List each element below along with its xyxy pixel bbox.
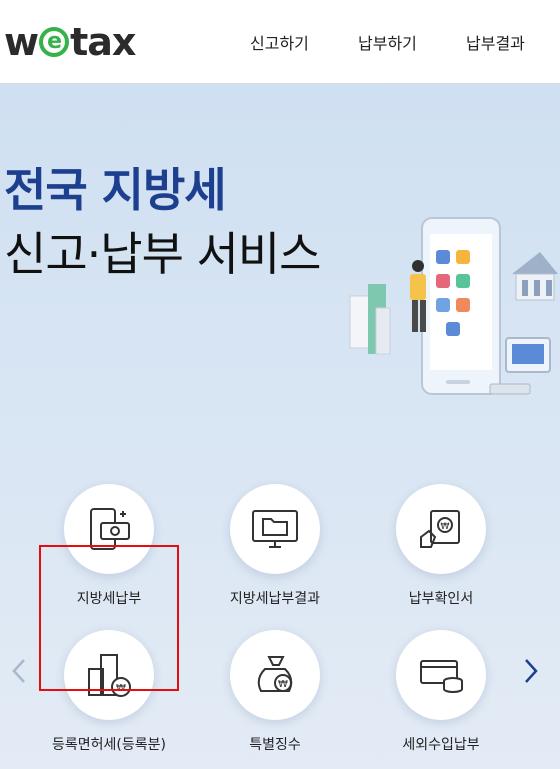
menu-non-tax-revenue-payment[interactable]: 세외수입납부 <box>366 630 516 760</box>
menu-local-tax-payment[interactable]: 지방세납부 <box>34 484 184 614</box>
menu-circle: ₩ <box>64 630 154 720</box>
menu-circle <box>396 630 486 720</box>
svg-text:₩: ₩ <box>441 522 450 532</box>
header-bar: w e tax 신고하기 납부하기 납부결과 <box>0 0 560 84</box>
chevron-right-icon[interactable] <box>518 656 542 686</box>
menu-local-tax-payment-result[interactable]: 지방세납부결과 <box>200 484 350 614</box>
menu-circle: ₩ <box>396 484 486 574</box>
menu-label: 지방세납부 <box>76 591 142 607</box>
svg-text:₩: ₩ <box>278 679 288 690</box>
money-bag-icon: ₩ <box>257 656 293 692</box>
hero-banner: 전국 지방세 신고·납부 서비스 지방세납부 지방세납부결과 ₩ 납부확인서 ₩… <box>0 84 560 769</box>
menu-registration-license-tax[interactable]: ₩ 등록면허세(등록분) <box>34 630 184 760</box>
card-payment-icon <box>90 508 130 550</box>
menu-label: 세외수입납부 <box>402 737 480 753</box>
card-coins-icon <box>420 660 463 693</box>
menu-payment-certificate[interactable]: ₩ 납부확인서 <box>366 484 516 614</box>
menu-label: 지방세납부결과 <box>229 591 321 607</box>
menu-circle <box>230 484 320 574</box>
menu-circle <box>64 484 154 574</box>
hero-title-line2: 신고·납부 서비스 <box>4 227 321 281</box>
top-nav: 신고하기 납부하기 납부결과 <box>0 30 560 54</box>
receipt-hand-icon: ₩ <box>420 510 460 548</box>
chevron-left-icon[interactable] <box>8 656 32 686</box>
menu-special-collection[interactable]: ₩ 특별징수 <box>200 630 350 760</box>
nav-payment[interactable]: 납부하기 <box>358 30 417 54</box>
menu-circle: ₩ <box>230 630 320 720</box>
menu-label: 등록면허세(등록분) <box>52 737 166 753</box>
building-coin-icon: ₩ <box>88 654 131 697</box>
nav-report[interactable]: 신고하기 <box>250 30 309 54</box>
monitor-folder-icon <box>252 510 298 548</box>
menu-label: 납부확인서 <box>408 591 474 607</box>
svg-text:₩: ₩ <box>116 683 126 694</box>
hero-title-line1: 전국 지방세 <box>4 163 227 217</box>
hero-illustration <box>349 217 558 395</box>
nav-payment-result[interactable]: 납부결과 <box>466 30 525 54</box>
menu-label: 특별징수 <box>249 737 301 753</box>
